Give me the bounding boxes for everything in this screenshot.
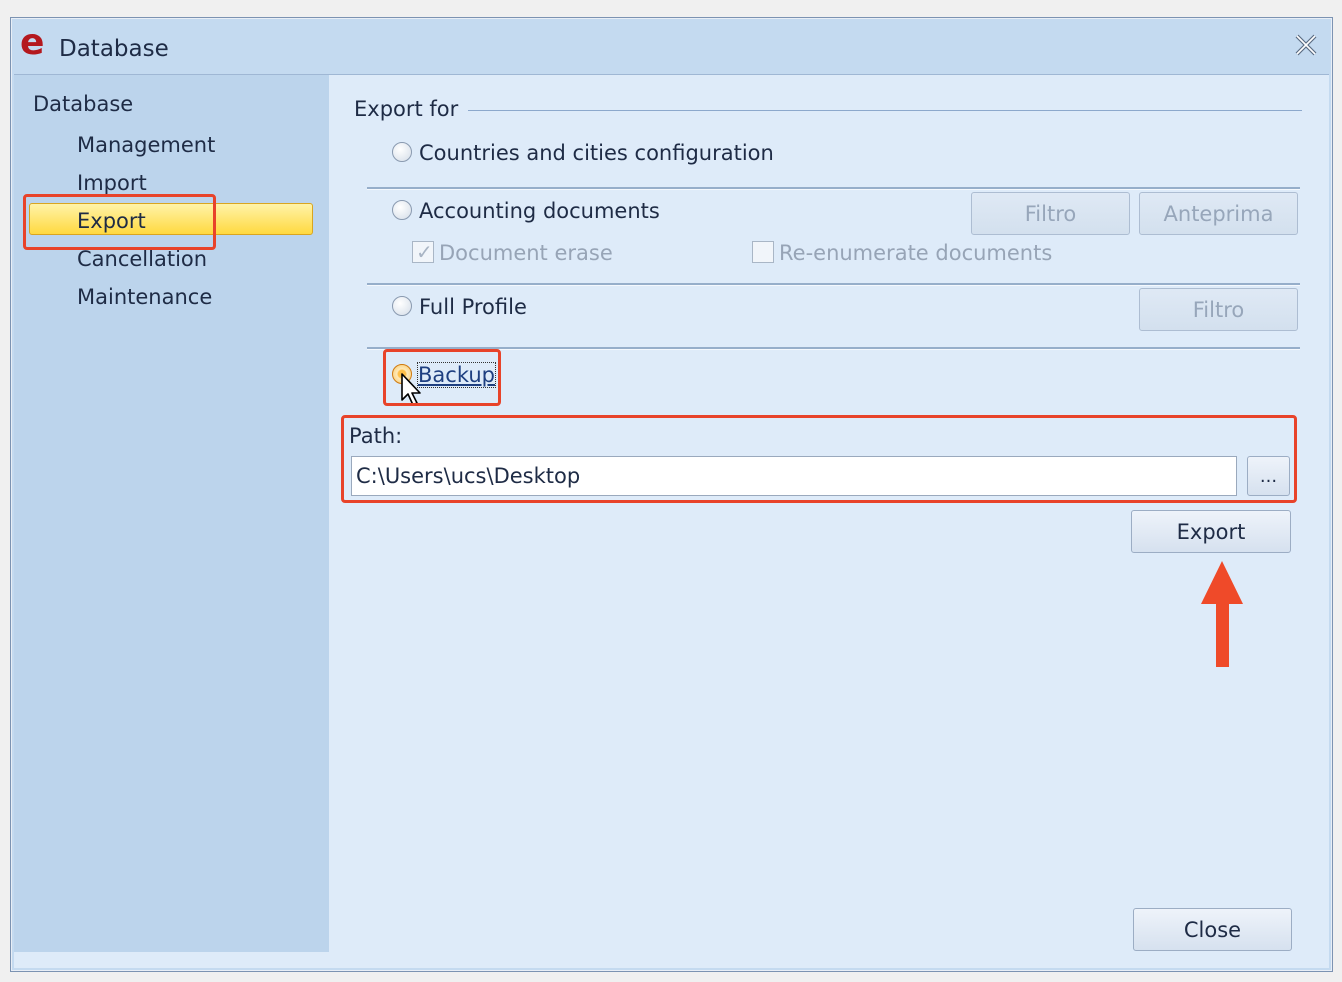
- radio-accounting-documents[interactable]: [392, 200, 412, 220]
- backup-highlight-box: [383, 349, 501, 406]
- close-icon[interactable]: [1294, 33, 1318, 57]
- separator: [367, 187, 1300, 190]
- title-bar: e Database: [11, 18, 1332, 74]
- anteprima-button[interactable]: Anteprima: [1139, 192, 1298, 235]
- window-title: Database: [59, 36, 169, 62]
- database-dialog: e Database Database Management Import Ex…: [10, 17, 1333, 972]
- export-for-label: Export for: [354, 97, 459, 121]
- reenumerate-checkbox[interactable]: [752, 241, 774, 263]
- radio-countries[interactable]: [392, 142, 412, 162]
- dialog-content: Database Management Import Export Cancel…: [14, 74, 1329, 968]
- document-erase-label: Document erase: [439, 241, 613, 265]
- radio-accounting-documents-label[interactable]: Accounting documents: [419, 199, 660, 223]
- arrow-up-icon: [1201, 561, 1243, 667]
- separator: [367, 283, 1300, 286]
- profile-filtro-button[interactable]: Filtro: [1139, 288, 1298, 331]
- radio-full-profile-label[interactable]: Full Profile: [419, 295, 527, 319]
- sidebar: Database Management Import Export Cancel…: [14, 75, 329, 952]
- document-erase-checkbox[interactable]: ✓: [412, 240, 434, 264]
- app-logo-icon: e: [20, 22, 45, 63]
- radio-full-profile[interactable]: [392, 296, 412, 316]
- export-for-line: [468, 110, 1302, 111]
- separator: [367, 347, 1300, 350]
- filtro-button[interactable]: Filtro: [971, 192, 1130, 235]
- path-highlight-box: [341, 415, 1297, 503]
- checkmark-icon: ✓: [416, 240, 433, 264]
- sidebar-item-import[interactable]: Import: [77, 171, 147, 195]
- sidebar-item-cancellation[interactable]: Cancellation: [77, 247, 207, 271]
- export-button[interactable]: Export: [1131, 510, 1291, 553]
- radio-countries-label[interactable]: Countries and cities configuration: [419, 141, 774, 165]
- close-button[interactable]: Close: [1133, 908, 1292, 951]
- sidebar-item-management[interactable]: Management: [77, 133, 215, 157]
- reenumerate-label: Re-enumerate documents: [779, 241, 1053, 265]
- sidebar-item-maintenance[interactable]: Maintenance: [77, 285, 212, 309]
- sidebar-root-database[interactable]: Database: [33, 92, 133, 116]
- export-highlight-box: [23, 194, 216, 250]
